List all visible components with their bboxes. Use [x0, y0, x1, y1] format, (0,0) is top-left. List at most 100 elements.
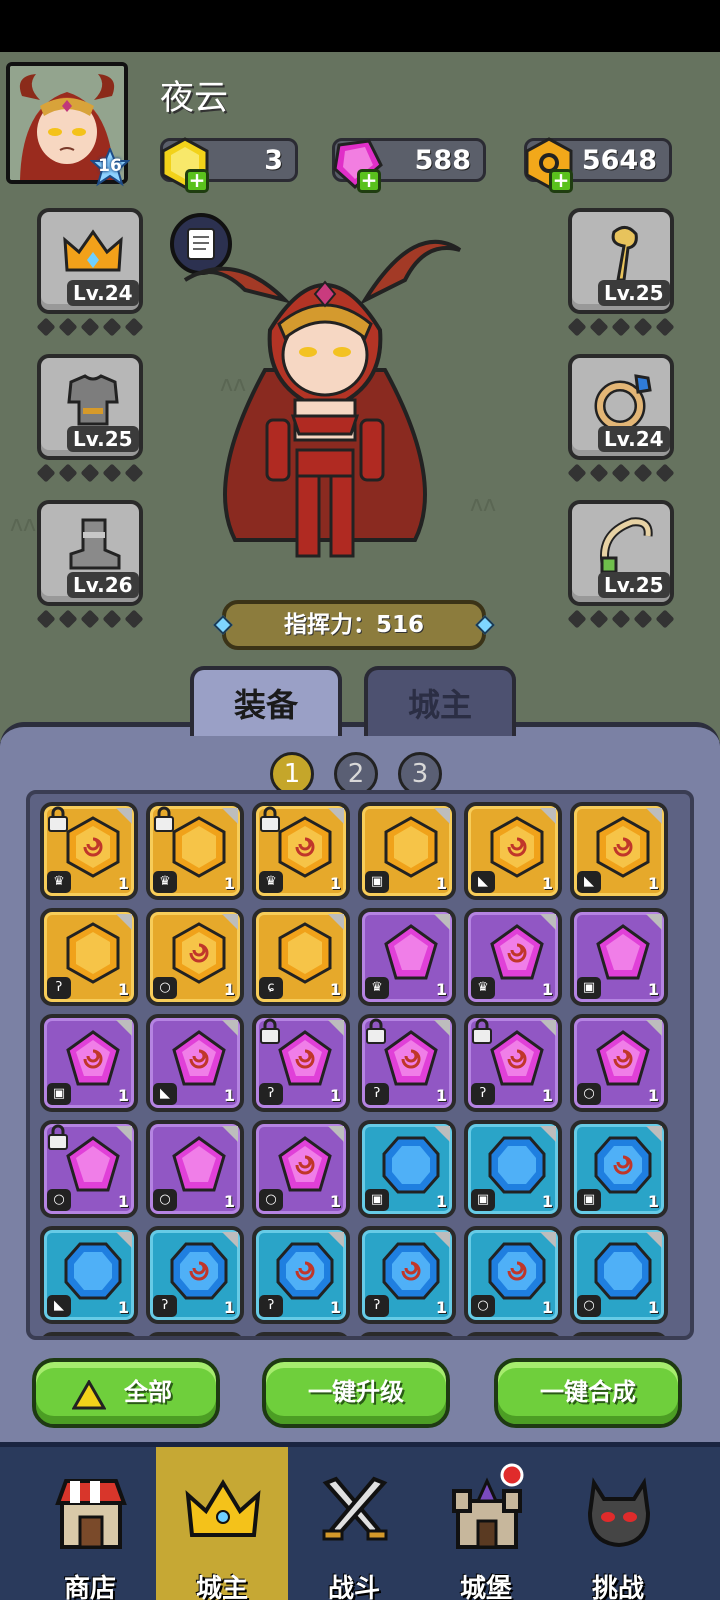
tab-lord[interactable]: 城主 [364, 666, 516, 736]
add-gold-gem-button[interactable]: + [185, 169, 209, 193]
inventory-gem-slot[interactable]: ▣ 1 [464, 1120, 562, 1218]
ring-category-icon: ○ [577, 1083, 601, 1105]
equip-level: Lv.24 [598, 426, 670, 452]
inventory-gem-slot[interactable]: ʔ1 [252, 1226, 350, 1324]
star-rating [567, 463, 675, 486]
item-count: 1 [117, 1192, 129, 1211]
inventory-gem-slot[interactable]: ▣ 1 [358, 802, 456, 900]
inventory-gem-slot[interactable]: ʔ1 [40, 908, 138, 1006]
corner-mark [116, 808, 132, 824]
inventory-gem-slot[interactable]: ◣ 1 [146, 1014, 244, 1112]
inventory-gem-slot[interactable]: ʔ1 [358, 1014, 456, 1112]
nav-label: 商店 [63, 1574, 116, 1600]
staff-category-icon: ʔ [365, 1295, 389, 1317]
item-count: 1 [435, 1298, 447, 1317]
item-count: 1 [223, 874, 235, 893]
inventory-gem-slot[interactable]: ○ 1 [464, 1226, 562, 1324]
gold-gem-icon [384, 816, 438, 878]
inventory-gem-slot[interactable]: ▣ 1 [40, 1014, 138, 1112]
necklace-category-icon: ɕ [259, 977, 283, 999]
inventory-gem-slot[interactable]: ◣ 1 [570, 802, 668, 900]
corner-mark [328, 1126, 344, 1142]
item-count: 1 [117, 1298, 129, 1317]
tab-equipment[interactable]: 装备 [190, 666, 342, 736]
blue-gem-icon [488, 1136, 546, 1194]
purple-gem-icon [172, 1030, 226, 1086]
one-click-upgrade-button[interactable]: 一键升级 [262, 1358, 450, 1428]
inventory-gem-slot[interactable]: ▣ 1 [358, 1120, 456, 1218]
add-pink-gem-button[interactable]: + [357, 169, 381, 193]
inventory-gem-slot[interactable]: ♛ 1 [358, 908, 456, 1006]
coin-counter[interactable]: + 5648 [524, 137, 672, 193]
inventory-gem-slot[interactable]: ɕ1 [252, 908, 350, 1006]
inventory-gem-slot[interactable]: ʔ1 [252, 1014, 350, 1112]
equip-level: Lv.25 [67, 426, 139, 452]
pink-gem-counter[interactable]: + 588 [332, 138, 486, 193]
inventory-gem-slot[interactable]: ▣ 1 [570, 1120, 668, 1218]
inventory-gem-slot[interactable] [358, 1332, 456, 1336]
gold-gem-counter[interactable]: + 3 [160, 137, 298, 193]
filter-all-button[interactable]: 全部 [32, 1358, 220, 1428]
equip-slot-crown[interactable]: Lv.24 [37, 208, 143, 314]
corner-mark [646, 1232, 662, 1248]
nav-item-shop[interactable]: 商店 [24, 1447, 156, 1600]
add-coin-button[interactable]: + [549, 169, 573, 193]
inventory-gem-slot[interactable]: ○ 1 [252, 1120, 350, 1218]
inventory-gem-slot[interactable]: ◣ 1 [464, 802, 562, 900]
crown-category-icon: ♛ [47, 871, 71, 893]
blue-gem-icon [276, 1242, 334, 1300]
purple-gem-icon [66, 1030, 120, 1086]
inventory-gem-slot[interactable]: ♛ 1 [252, 802, 350, 900]
corner-mark [434, 808, 450, 824]
inventory-gem-slot[interactable]: ○ 1 [146, 1120, 244, 1218]
inventory-gem-slot[interactable] [252, 1332, 350, 1336]
status-bar [0, 0, 720, 52]
inventory-gem-slot[interactable] [464, 1332, 562, 1336]
inventory-gem-slot[interactable]: ♛ 1 [40, 802, 138, 900]
inventory-gem-slot[interactable]: ʔ1 [146, 1226, 244, 1324]
star-rating [36, 463, 144, 486]
purple-gem-icon [490, 924, 544, 980]
blue-gem-icon [64, 1242, 122, 1300]
corner-mark [434, 1232, 450, 1248]
corner-mark [328, 1020, 344, 1036]
blue-gem-icon [488, 1242, 546, 1300]
inventory-gem-slot[interactable]: ◣ 1 [40, 1226, 138, 1324]
blue-gem-icon [594, 1242, 652, 1300]
inventory-gem-slot[interactable]: ○ 1 [146, 908, 244, 1006]
equip-slot-staff[interactable]: Lv.25 [568, 208, 674, 314]
nav-item-lord[interactable]: 城主 [156, 1447, 288, 1600]
equip-slot-boot[interactable]: Lv.26 [37, 500, 143, 606]
inventory-gem-slot[interactable]: ♛ 1 [464, 908, 562, 1006]
demon-icon [587, 1477, 651, 1548]
staff-category-icon: ʔ [259, 1083, 283, 1105]
star-rating [36, 609, 144, 632]
inventory-gem-slot[interactable]: ♛ 1 [146, 802, 244, 900]
item-count: 1 [329, 874, 341, 893]
inventory-gem-slot[interactable]: ○ 1 [40, 1120, 138, 1218]
equip-slot-armor[interactable]: Lv.25 [37, 354, 143, 460]
nav-label: 挑战 [591, 1574, 644, 1600]
one-click-merge-button[interactable]: 一键合成 [494, 1358, 682, 1428]
equip-slot-ring[interactable]: Lv.24 [568, 354, 674, 460]
inventory-gem-slot[interactable] [146, 1332, 244, 1336]
inventory-gem-slot[interactable]: ○ 1 [570, 1014, 668, 1112]
nav-item-challenge[interactable]: 挑战 [552, 1447, 684, 1600]
equip-slot-necklace[interactable]: Lv.25 [568, 500, 674, 606]
gold-gem-icon [278, 816, 332, 878]
notification-badge [500, 1463, 524, 1487]
inventory-gem-slot[interactable]: ▣ 1 [570, 908, 668, 1006]
nav-item-battle[interactable]: 战斗 [288, 1447, 420, 1600]
ring-category-icon: ○ [47, 1189, 71, 1211]
inventory-gem-slot[interactable] [40, 1332, 138, 1336]
nav-item-castle[interactable]: 城堡 [420, 1447, 552, 1600]
item-count: 1 [541, 874, 553, 893]
corner-mark [540, 808, 556, 824]
player-level: 16 [98, 156, 122, 176]
inventory-gem-slot[interactable] [570, 1332, 668, 1336]
item-count: 1 [117, 1086, 129, 1105]
inventory-gem-slot[interactable]: ○ 1 [570, 1226, 668, 1324]
corner-mark [222, 808, 238, 824]
inventory-gem-slot[interactable]: ʔ1 [358, 1226, 456, 1324]
inventory-gem-slot[interactable]: ʔ1 [464, 1014, 562, 1112]
